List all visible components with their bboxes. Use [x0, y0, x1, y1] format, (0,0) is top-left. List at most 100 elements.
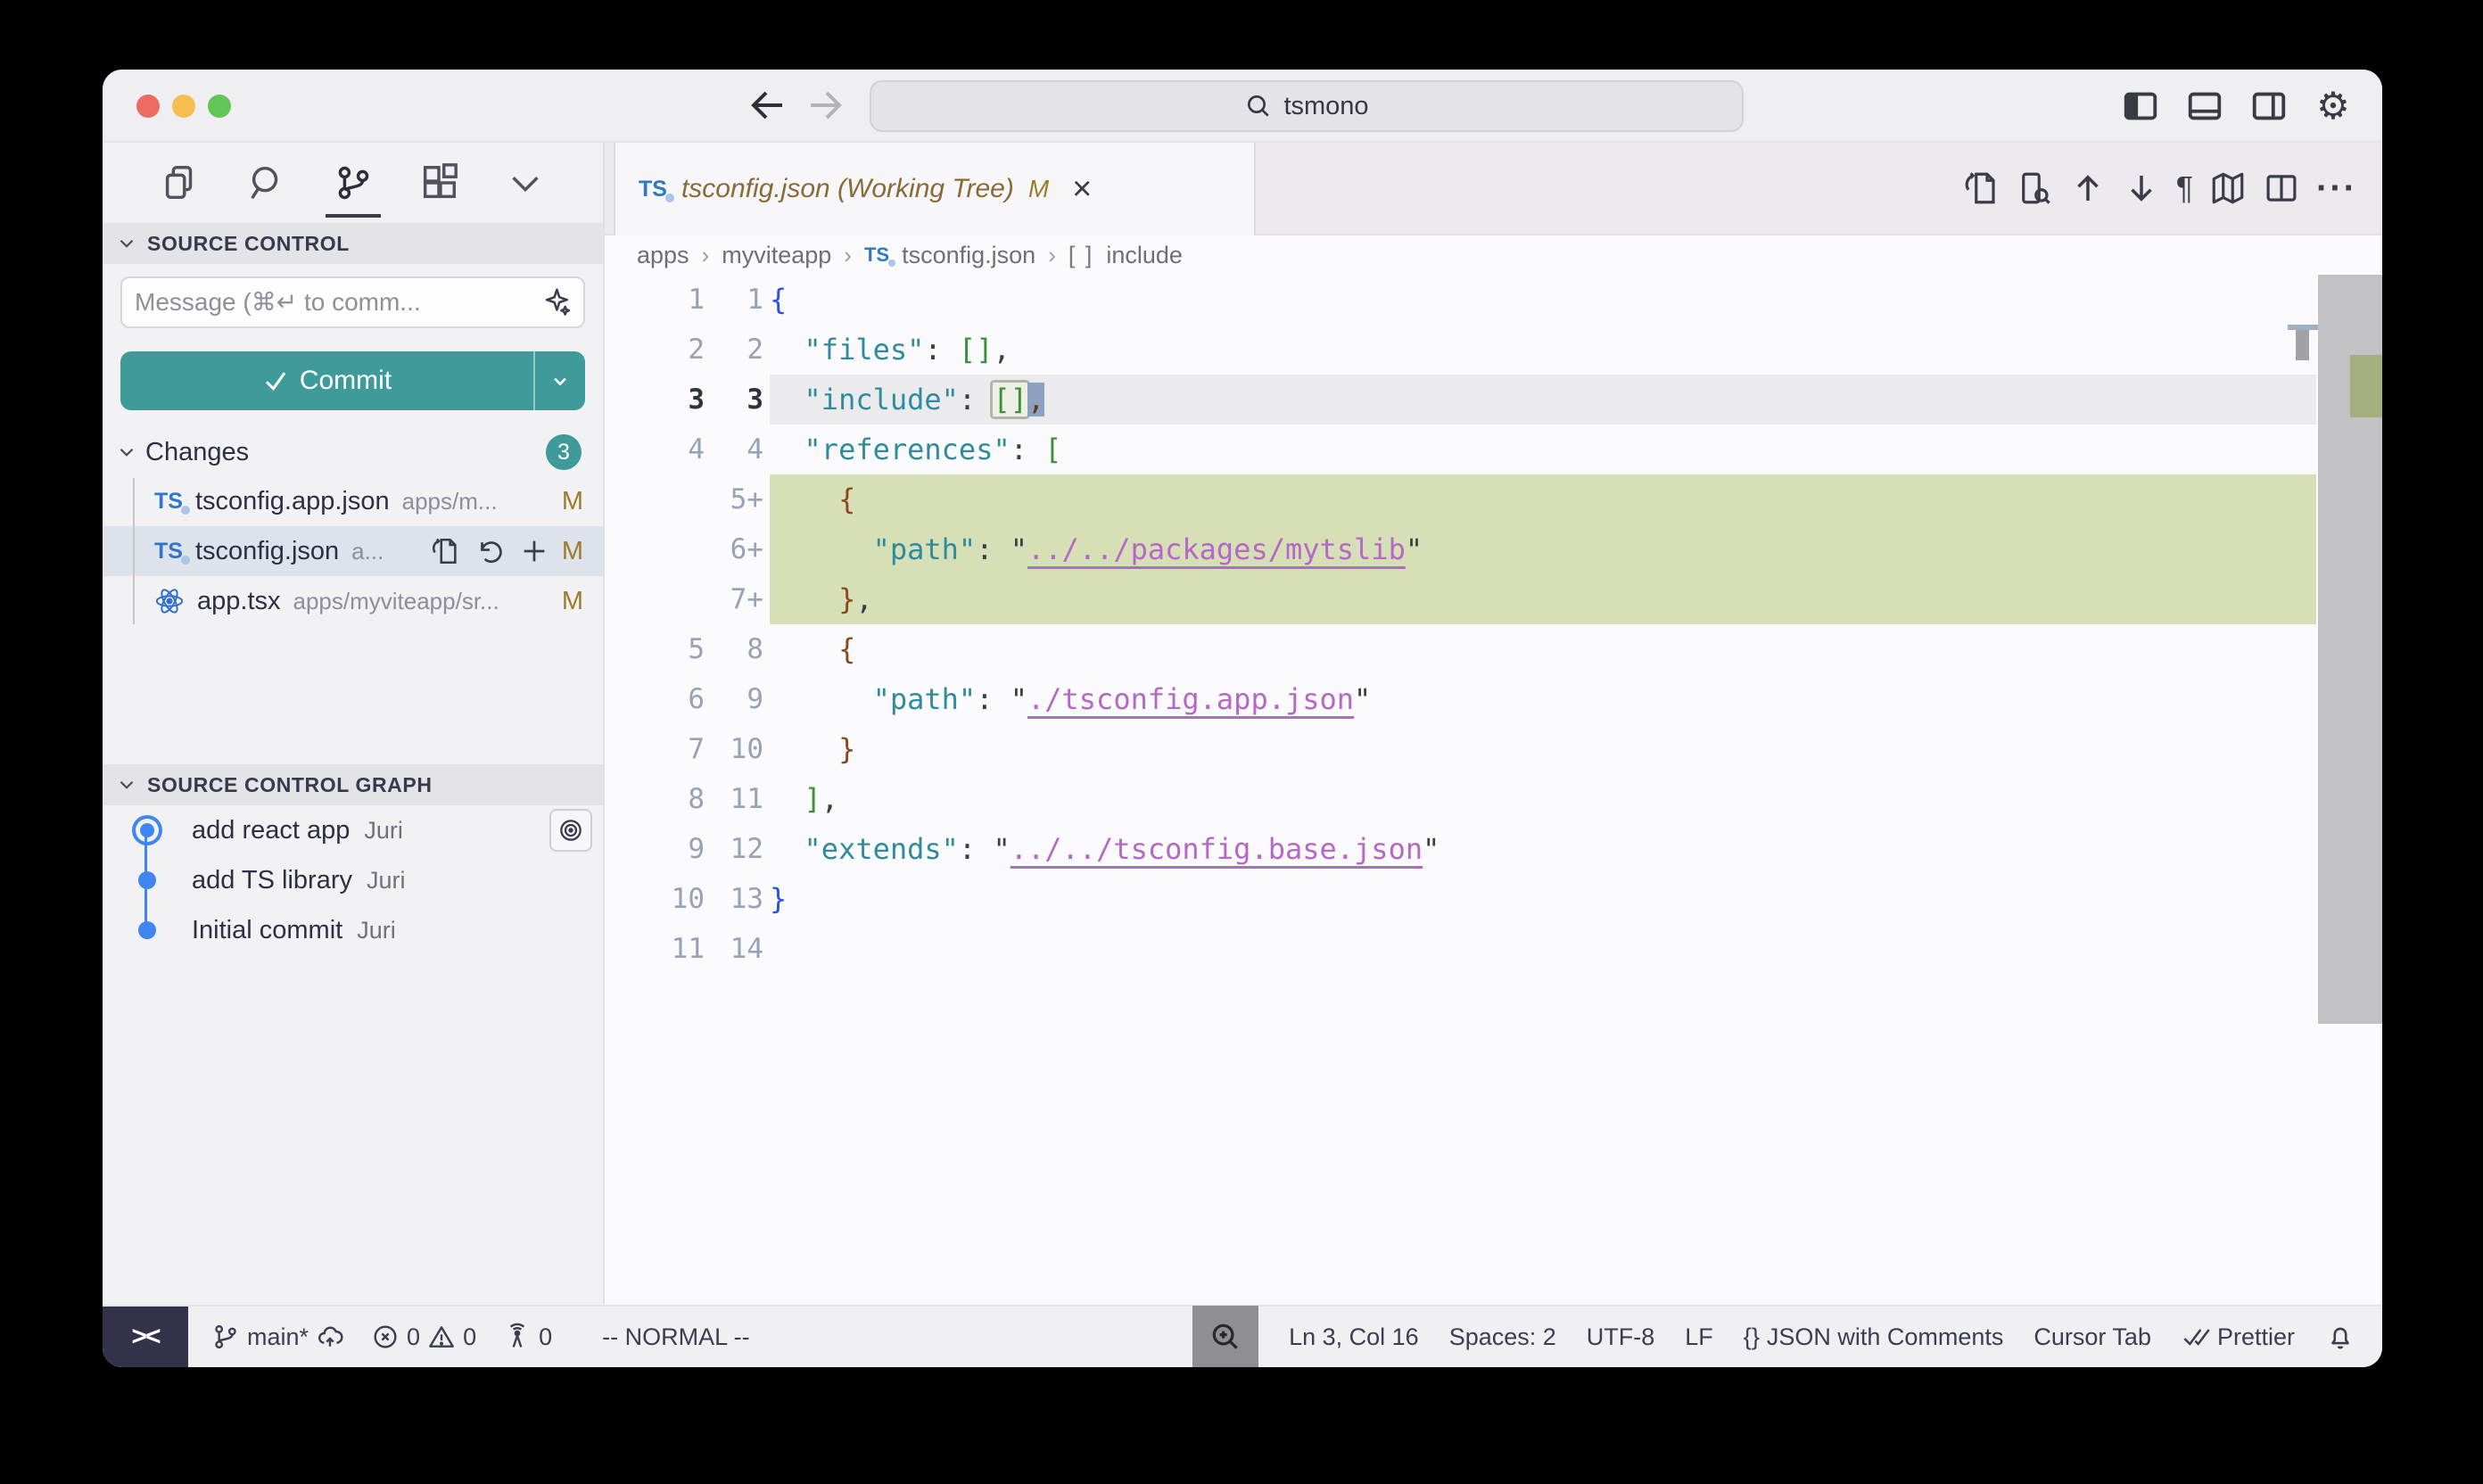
code-line-content: "references": [ — [770, 425, 2316, 474]
code-line[interactable]: 11{ — [605, 275, 2382, 325]
formatter-status[interactable]: Prettier — [2182, 1323, 2295, 1351]
source-control-graph-header[interactable]: SOURCE CONTROL GRAPH — [103, 764, 603, 805]
breadcrumb-include[interactable]: include — [1106, 242, 1183, 269]
code-line-content: } — [770, 874, 2316, 924]
code-token — [993, 682, 1010, 716]
close-tab-icon[interactable]: × — [1072, 172, 1092, 206]
commit-dropdown-button[interactable] — [533, 351, 585, 410]
language-mode[interactable]: {} JSON with Comments — [1744, 1323, 2004, 1351]
code-line[interactable]: 5+ { — [605, 474, 2382, 524]
breadcrumb-myviteapp[interactable]: myviteapp — [722, 242, 831, 269]
minimize-window-button[interactable] — [172, 95, 195, 118]
code-token: { — [838, 632, 855, 666]
commit-dot-icon — [138, 921, 156, 939]
new-line-number: 10 — [705, 724, 763, 774]
goto-commit-button[interactable] — [549, 809, 592, 852]
code-line-content: "path": "../../packages/mytslib" — [770, 524, 2316, 574]
file-row[interactable]: TStsconfig.jsona...M — [103, 526, 603, 576]
previous-change-icon[interactable] — [2069, 169, 2107, 207]
commit-dot-icon — [140, 823, 154, 837]
remote-indicator[interactable]: >< — [103, 1307, 188, 1367]
file-row[interactable]: app.tsxapps/myviteapp/sr...M — [103, 576, 603, 626]
changes-group-header[interactable]: Changes 3 — [103, 428, 603, 476]
source-control-section-header[interactable]: SOURCE CONTROL — [103, 223, 603, 264]
old-line-number: 10 — [605, 874, 705, 924]
tab-tsconfig-json[interactable]: TS tsconfig.json (Working Tree) M × — [614, 143, 1256, 235]
extensions-icon[interactable] — [418, 162, 459, 203]
cursor-tab-status[interactable]: Cursor Tab — [2033, 1323, 2151, 1351]
old-line-number: 6 — [605, 674, 705, 724]
next-change-icon[interactable] — [2123, 169, 2160, 207]
code-lines: 11{22 "files": [],33 "include": [],44 "r… — [605, 275, 2382, 974]
indentation-status[interactable]: Spaces: 2 — [1449, 1323, 1556, 1351]
open-file-icon[interactable] — [430, 536, 460, 566]
problems-status[interactable]: 0 0 — [371, 1323, 476, 1351]
commit-button[interactable]: Commit — [120, 351, 585, 410]
code-line[interactable]: 811 ], — [605, 774, 2382, 824]
code-line[interactable]: 6+ "path": "../../packages/mytslib" — [605, 524, 2382, 574]
explorer-icon[interactable] — [160, 162, 201, 203]
source-control-view-icon[interactable] — [333, 162, 374, 203]
code-line[interactable]: 912 "extends": "../../tsconfig.base.json… — [605, 824, 2382, 874]
code-line[interactable]: 44 "references": [ — [605, 425, 2382, 474]
ports-status[interactable]: 0 — [503, 1323, 552, 1351]
code-line[interactable]: 1013} — [605, 874, 2382, 924]
split-editor-icon[interactable] — [2263, 169, 2300, 207]
collapse-unchanged-icon[interactable] — [2016, 169, 2053, 207]
tab-bar: TS tsconfig.json (Working Tree) M × — [605, 143, 2382, 235]
more-views-chevron-icon[interactable] — [505, 162, 546, 203]
vim-mode-indicator[interactable]: -- NORMAL -- — [602, 1323, 749, 1351]
code-line[interactable]: 1114 — [605, 924, 2382, 974]
diff-editor[interactable]: 11{22 "files": [],33 "include": [],44 "r… — [605, 275, 2382, 1305]
editor-scrollbar[interactable] — [2318, 275, 2382, 1305]
stage-changes-icon[interactable] — [519, 536, 549, 566]
code-token: " — [993, 832, 1010, 866]
toggle-panel-icon[interactable] — [2184, 86, 2225, 127]
graph-title: SOURCE CONTROL GRAPH — [147, 773, 433, 797]
eol-status[interactable]: LF — [1685, 1323, 1713, 1351]
toggle-secondary-sidebar-icon[interactable] — [2248, 86, 2289, 127]
file-row[interactable]: TStsconfig.app.jsonapps/m...M — [103, 476, 603, 526]
commit-graph-list: add react appJuriadd TS libraryJuriIniti… — [103, 805, 603, 955]
settings-gear-icon[interactable]: ⚙ — [2313, 86, 2354, 127]
error-icon — [371, 1323, 400, 1351]
search-view-icon[interactable] — [246, 162, 287, 203]
code-line[interactable]: 69 "path": "./tsconfig.app.json" — [605, 674, 2382, 724]
react-file-icon — [154, 586, 185, 616]
sparkle-icon[interactable] — [540, 287, 571, 317]
commit-row[interactable]: add TS libraryJuri — [103, 855, 603, 905]
code-line[interactable]: 22 "files": [], — [605, 325, 2382, 375]
close-window-button[interactable] — [136, 95, 160, 118]
commit-row[interactable]: Initial commitJuri — [103, 905, 603, 955]
zoom-indicator[interactable] — [1192, 1306, 1258, 1367]
forward-icon[interactable] — [804, 84, 846, 127]
command-center-search[interactable]: tsmono — [870, 80, 1744, 132]
notifications-bell-icon[interactable] — [2325, 1322, 2355, 1352]
code-line[interactable]: 7+ }, — [605, 574, 2382, 624]
code-line-content: "extends": "../../tsconfig.base.json" — [770, 824, 2316, 874]
breadcrumb-apps[interactable]: apps — [637, 242, 689, 269]
discard-changes-icon[interactable] — [474, 536, 505, 566]
code-line[interactable]: 58 { — [605, 624, 2382, 674]
toggle-sidebar-icon[interactable] — [2120, 86, 2161, 127]
new-line-number: 2 — [705, 325, 763, 375]
new-line-number: 4 — [705, 425, 763, 474]
more-actions-icon[interactable]: ··· — [2316, 169, 2357, 209]
code-token — [770, 482, 838, 516]
commit-message: Initial commit — [192, 916, 342, 945]
breadcrumb-tsconfig[interactable]: tsconfig.json — [902, 242, 1035, 269]
whitespace-icon[interactable]: ¶ — [2176, 169, 2193, 207]
maximize-window-button[interactable] — [208, 95, 231, 118]
map-icon[interactable] — [2209, 169, 2247, 207]
commit-row[interactable]: add react appJuri — [103, 805, 603, 855]
code-token: : — [959, 383, 976, 416]
code-line[interactable]: 33 "include": [], — [605, 375, 2382, 425]
commit-message-input[interactable] — [135, 288, 540, 317]
code-line[interactable]: 710 } — [605, 724, 2382, 774]
open-file-icon[interactable] — [1962, 169, 2000, 207]
encoding-status[interactable]: UTF-8 — [1587, 1323, 1655, 1351]
back-icon[interactable] — [747, 84, 789, 127]
code-line-content: { — [770, 624, 2316, 674]
cursor-position[interactable]: Ln 3, Col 16 — [1289, 1323, 1419, 1351]
branch-status[interactable]: main* — [211, 1323, 344, 1351]
